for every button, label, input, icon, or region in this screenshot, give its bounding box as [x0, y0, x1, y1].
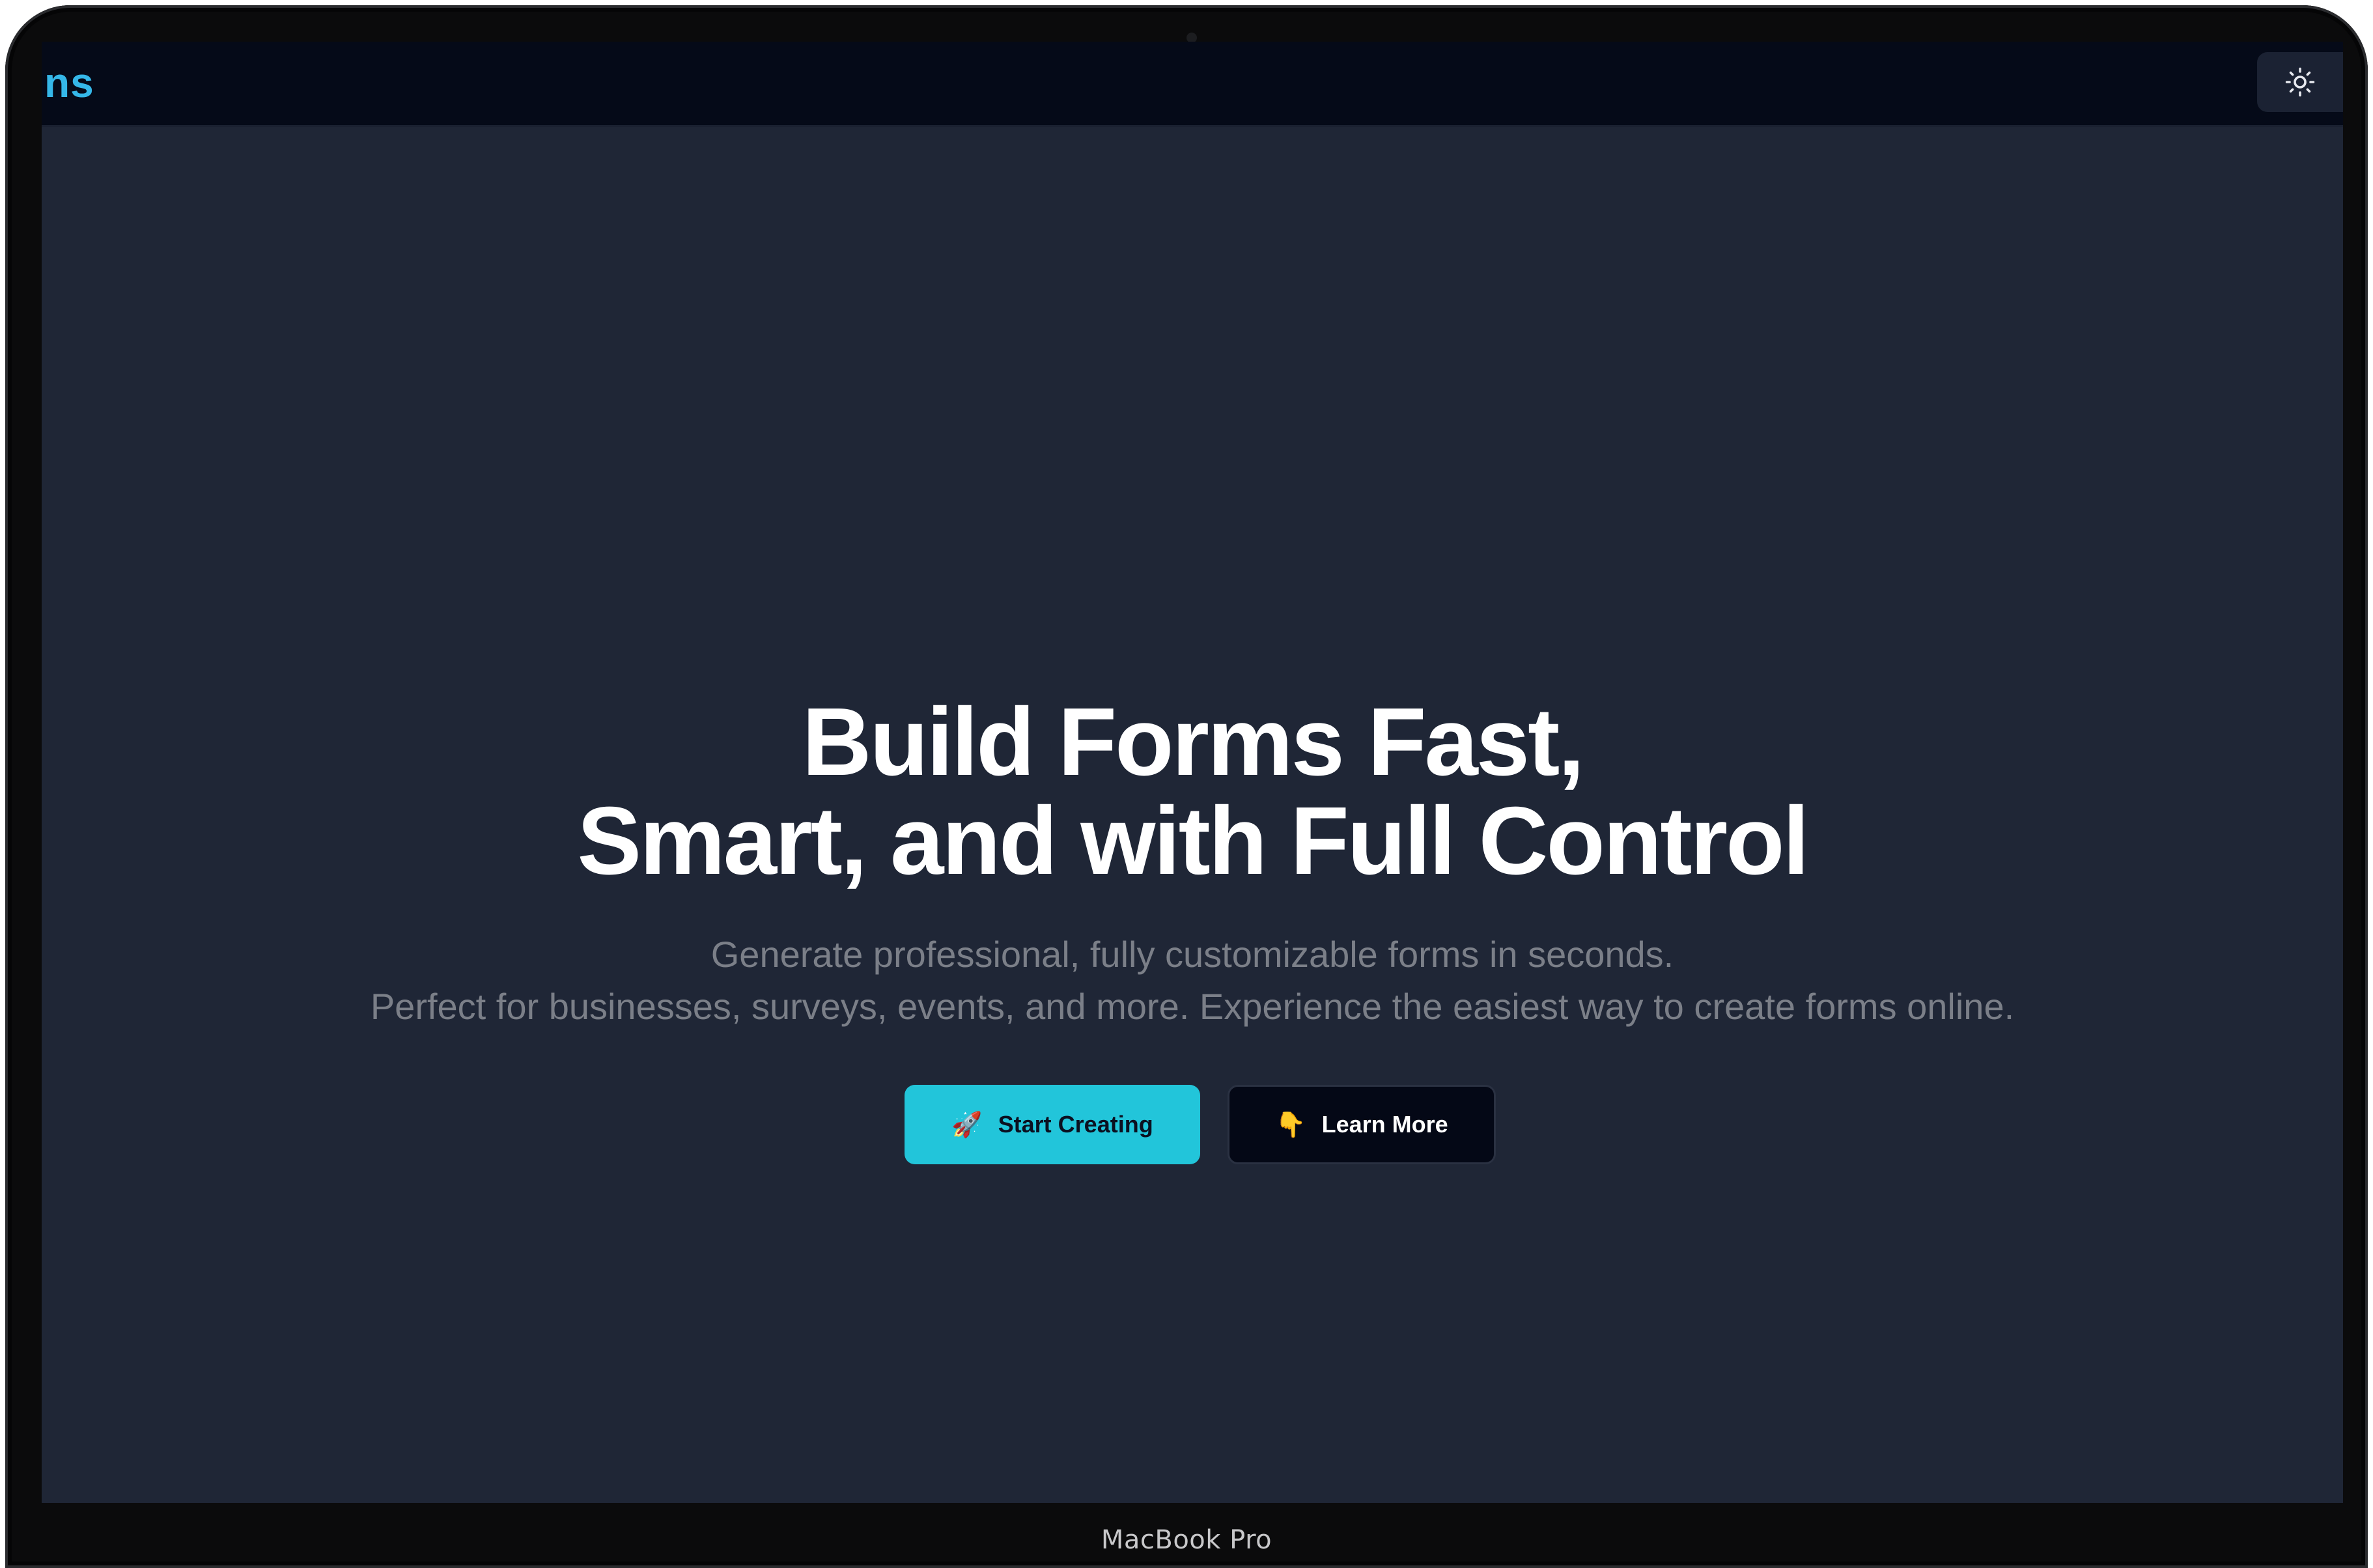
hero-actions: 🚀 Start Creating 👇 Learn More [42, 1085, 2343, 1164]
hero-title-line-1: Build Forms Fast, [802, 688, 1585, 796]
rocket-icon: 🚀 [951, 1110, 983, 1139]
hero-title: Build Forms Fast, Smart, and with Full C… [42, 693, 2343, 891]
sun-icon [2285, 67, 2315, 97]
start-creating-button[interactable]: 🚀 Start Creating [905, 1085, 1200, 1164]
learn-more-label: Learn More [1321, 1111, 1448, 1138]
screen: ns Build Forms Fast, Smart, and with Ful… [42, 42, 2343, 1503]
hero-title-line-2: Smart, and with Full Control [577, 787, 1809, 895]
logo[interactable]: ns [44, 59, 94, 107]
top-navbar: ns [42, 42, 2343, 127]
start-creating-label: Start Creating [998, 1111, 1153, 1138]
laptop-bezel: ns Build Forms Fast, Smart, and with Ful… [5, 5, 2368, 1568]
theme-toggle-button[interactable] [2257, 52, 2343, 112]
hero-subtitle-line-1: Generate professional, fully customizabl… [710, 934, 1674, 975]
learn-more-button[interactable]: 👇 Learn More [1228, 1085, 1496, 1164]
device-label: MacBook Pro [1101, 1525, 1272, 1555]
hero-subtitle-line-2: Perfect for businesses, surveys, events,… [370, 986, 2015, 1027]
hero-section: Build Forms Fast, Smart, and with Full C… [42, 693, 2343, 1164]
pointing-down-icon: 👇 [1275, 1110, 1306, 1139]
hero-subtitle: Generate professional, fully customizabl… [42, 929, 2343, 1033]
